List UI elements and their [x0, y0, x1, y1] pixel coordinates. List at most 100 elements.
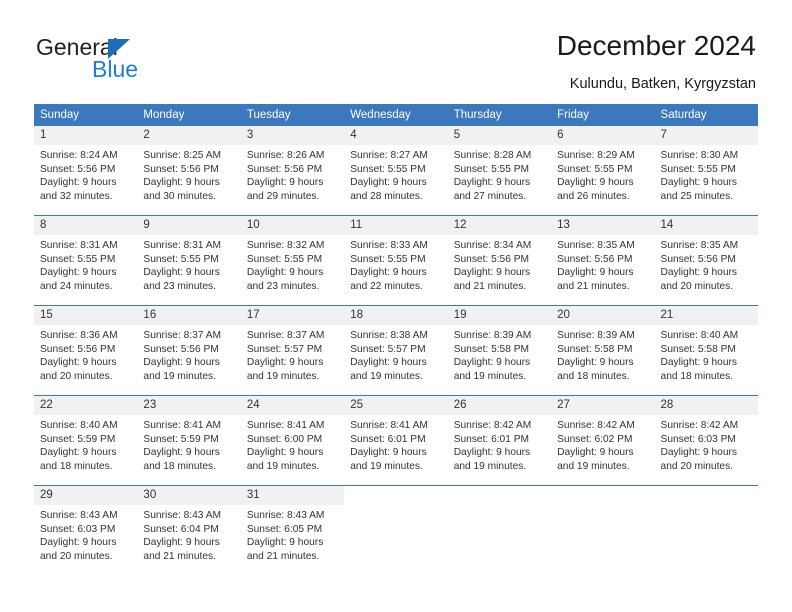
day-cell[interactable]: 14 Sunrise: 8:35 AM Sunset: 5:56 PM Dayl…	[654, 215, 758, 306]
day-number: 24	[240, 396, 345, 415]
day-cell-empty	[447, 485, 552, 575]
sunrise-text: Sunrise: 8:41 AM	[143, 420, 222, 431]
day-cell[interactable]: 10 Sunrise: 8:32 AM Sunset: 5:55 PM Dayl…	[240, 215, 345, 306]
daylight-text-line1: Daylight: 9 hours	[40, 357, 117, 368]
daylight-text-line2: and 20 minutes.	[660, 460, 734, 472]
day-number: 21	[654, 306, 758, 325]
day-cell[interactable]: 8 Sunrise: 8:31 AM Sunset: 5:55 PM Dayli…	[34, 215, 138, 306]
daylight-text-line2: and 19 minutes.	[453, 370, 527, 382]
day-cell[interactable]: 27 Sunrise: 8:42 AM Sunset: 6:02 PM Dayl…	[551, 395, 655, 486]
daylight-text-line2: and 24 minutes.	[40, 280, 113, 292]
day-details: Sunrise: 8:30 AM Sunset: 5:55 PM Dayligh…	[655, 145, 758, 203]
sunrise-text: Sunrise: 8:39 AM	[557, 330, 635, 341]
day-cell[interactable]: 30 Sunrise: 8:43 AM Sunset: 6:04 PM Dayl…	[137, 485, 241, 575]
day-details: Sunrise: 8:42 AM Sunset: 6:03 PM Dayligh…	[655, 415, 758, 473]
day-details: Sunrise: 8:35 AM Sunset: 5:56 PM Dayligh…	[655, 235, 758, 293]
daylight-text-line2: and 30 minutes.	[143, 190, 216, 202]
day-number: 27	[551, 396, 655, 415]
day-cell-empty	[344, 485, 448, 575]
day-number: 11	[344, 216, 448, 235]
sunrise-text: Sunrise: 8:42 AM	[557, 420, 635, 431]
sunset-text: Sunset: 6:01 PM	[453, 433, 530, 445]
daylight-text-line1: Daylight: 9 hours	[350, 357, 427, 368]
day-cell[interactable]: 15 Sunrise: 8:36 AM Sunset: 5:56 PM Dayl…	[34, 305, 138, 396]
daylight-text-line2: and 21 minutes.	[143, 550, 216, 562]
weekday-header-saturday: Saturday	[654, 104, 758, 126]
sunrise-text: Sunrise: 8:37 AM	[143, 330, 222, 341]
day-number: 29	[34, 486, 138, 505]
day-number: 2	[137, 126, 241, 145]
day-cell[interactable]: 17 Sunrise: 8:37 AM Sunset: 5:57 PM Dayl…	[240, 305, 345, 396]
day-number: 25	[344, 396, 448, 415]
day-details: Sunrise: 8:26 AM Sunset: 5:56 PM Dayligh…	[241, 145, 344, 203]
day-cell[interactable]: 23 Sunrise: 8:41 AM Sunset: 5:59 PM Dayl…	[137, 395, 241, 486]
sunrise-text: Sunrise: 8:43 AM	[143, 510, 222, 521]
daylight-text-line1: Daylight: 9 hours	[350, 447, 427, 458]
day-cell[interactable]: 21 Sunrise: 8:40 AM Sunset: 5:58 PM Dayl…	[654, 305, 758, 396]
weekday-header-thursday: Thursday	[447, 104, 552, 126]
daylight-text-line2: and 26 minutes.	[557, 190, 630, 202]
daylight-text-line1: Daylight: 9 hours	[143, 447, 220, 458]
day-cell[interactable]: 3 Sunrise: 8:26 AM Sunset: 5:56 PM Dayli…	[240, 126, 345, 216]
day-cell[interactable]: 12 Sunrise: 8:34 AM Sunset: 5:56 PM Dayl…	[447, 215, 552, 306]
day-details: Sunrise: 8:27 AM Sunset: 5:55 PM Dayligh…	[344, 145, 447, 203]
weekday-header-monday: Monday	[137, 104, 241, 126]
day-cell[interactable]: 2 Sunrise: 8:25 AM Sunset: 5:56 PM Dayli…	[137, 126, 241, 216]
day-cell[interactable]: 22 Sunrise: 8:40 AM Sunset: 5:59 PM Dayl…	[34, 395, 138, 486]
day-cell[interactable]: 18 Sunrise: 8:38 AM Sunset: 5:57 PM Dayl…	[344, 305, 448, 396]
weekday-header-wednesday: Wednesday	[344, 104, 448, 126]
day-details: Sunrise: 8:43 AM Sunset: 6:03 PM Dayligh…	[34, 505, 137, 563]
day-cell[interactable]: 29 Sunrise: 8:43 AM Sunset: 6:03 PM Dayl…	[34, 485, 138, 575]
day-cell[interactable]: 5 Sunrise: 8:28 AM Sunset: 5:55 PM Dayli…	[447, 126, 552, 216]
day-number: 8	[34, 216, 138, 235]
daylight-text-line2: and 20 minutes.	[40, 370, 113, 382]
day-cell[interactable]: 31 Sunrise: 8:43 AM Sunset: 6:05 PM Dayl…	[240, 485, 345, 575]
day-cell[interactable]: 9 Sunrise: 8:31 AM Sunset: 5:55 PM Dayli…	[137, 215, 241, 306]
daylight-text-line1: Daylight: 9 hours	[40, 447, 117, 458]
sunset-text: Sunset: 5:55 PM	[246, 253, 323, 265]
day-number: 16	[137, 306, 241, 325]
daylight-text-line2: and 27 minutes.	[453, 190, 527, 202]
day-details: Sunrise: 8:29 AM Sunset: 5:55 PM Dayligh…	[551, 145, 654, 203]
logo-text-blue: Blue	[92, 56, 139, 82]
sunset-text: Sunset: 6:04 PM	[143, 523, 219, 535]
daylight-text-line1: Daylight: 9 hours	[143, 267, 220, 278]
day-cell[interactable]: 6 Sunrise: 8:29 AM Sunset: 5:55 PM Dayli…	[551, 126, 655, 216]
day-cell[interactable]: 11 Sunrise: 8:33 AM Sunset: 5:55 PM Dayl…	[344, 215, 448, 306]
day-cell[interactable]: 24 Sunrise: 8:41 AM Sunset: 6:00 PM Dayl…	[240, 395, 345, 486]
day-cell[interactable]: 13 Sunrise: 8:35 AM Sunset: 5:56 PM Dayl…	[551, 215, 655, 306]
sunrise-text: Sunrise: 8:33 AM	[350, 240, 428, 251]
daylight-text-line2: and 19 minutes.	[350, 370, 423, 382]
day-cell[interactable]: 28 Sunrise: 8:42 AM Sunset: 6:03 PM Dayl…	[654, 395, 758, 486]
day-cell[interactable]: 25 Sunrise: 8:41 AM Sunset: 6:01 PM Dayl…	[344, 395, 448, 486]
general-blue-logo[interactable]: General Blue	[36, 34, 216, 84]
day-number: 28	[654, 396, 758, 415]
sunrise-text: Sunrise: 8:40 AM	[660, 330, 739, 341]
daylight-text-line1: Daylight: 9 hours	[143, 177, 220, 188]
daylight-text-line1: Daylight: 9 hours	[660, 177, 737, 188]
sunrise-text: Sunrise: 8:35 AM	[557, 240, 635, 251]
sunset-text: Sunset: 5:59 PM	[143, 433, 219, 445]
day-details: Sunrise: 8:41 AM Sunset: 6:00 PM Dayligh…	[241, 415, 344, 473]
day-cell[interactable]: 16 Sunrise: 8:37 AM Sunset: 5:56 PM Dayl…	[137, 305, 241, 396]
day-number: 4	[344, 126, 448, 145]
daylight-text-line1: Daylight: 9 hours	[246, 357, 324, 368]
day-number: 14	[654, 216, 758, 235]
day-cell[interactable]: 26 Sunrise: 8:42 AM Sunset: 6:01 PM Dayl…	[447, 395, 552, 486]
day-cell[interactable]: 1 Sunrise: 8:24 AM Sunset: 5:56 PM Dayli…	[34, 126, 138, 216]
sunset-text: Sunset: 5:58 PM	[660, 343, 736, 355]
day-cell[interactable]: 4 Sunrise: 8:27 AM Sunset: 5:55 PM Dayli…	[344, 126, 448, 216]
sunset-text: Sunset: 5:58 PM	[557, 343, 633, 355]
daylight-text-line2: and 18 minutes.	[660, 370, 734, 382]
day-cell[interactable]: 7 Sunrise: 8:30 AM Sunset: 5:55 PM Dayli…	[654, 126, 758, 216]
daylight-text-line2: and 23 minutes.	[246, 280, 320, 292]
day-cell[interactable]: 20 Sunrise: 8:39 AM Sunset: 5:58 PM Dayl…	[551, 305, 655, 396]
day-number: 26	[447, 396, 552, 415]
calendar-week-row: 15 Sunrise: 8:36 AM Sunset: 5:56 PM Dayl…	[34, 305, 758, 396]
daylight-text-line1: Daylight: 9 hours	[246, 177, 324, 188]
daylight-text-line2: and 19 minutes.	[453, 460, 527, 472]
day-details: Sunrise: 8:38 AM Sunset: 5:57 PM Dayligh…	[344, 325, 447, 383]
sunrise-text: Sunrise: 8:37 AM	[246, 330, 325, 341]
sunrise-text: Sunrise: 8:42 AM	[660, 420, 739, 431]
day-cell[interactable]: 19 Sunrise: 8:39 AM Sunset: 5:58 PM Dayl…	[447, 305, 552, 396]
